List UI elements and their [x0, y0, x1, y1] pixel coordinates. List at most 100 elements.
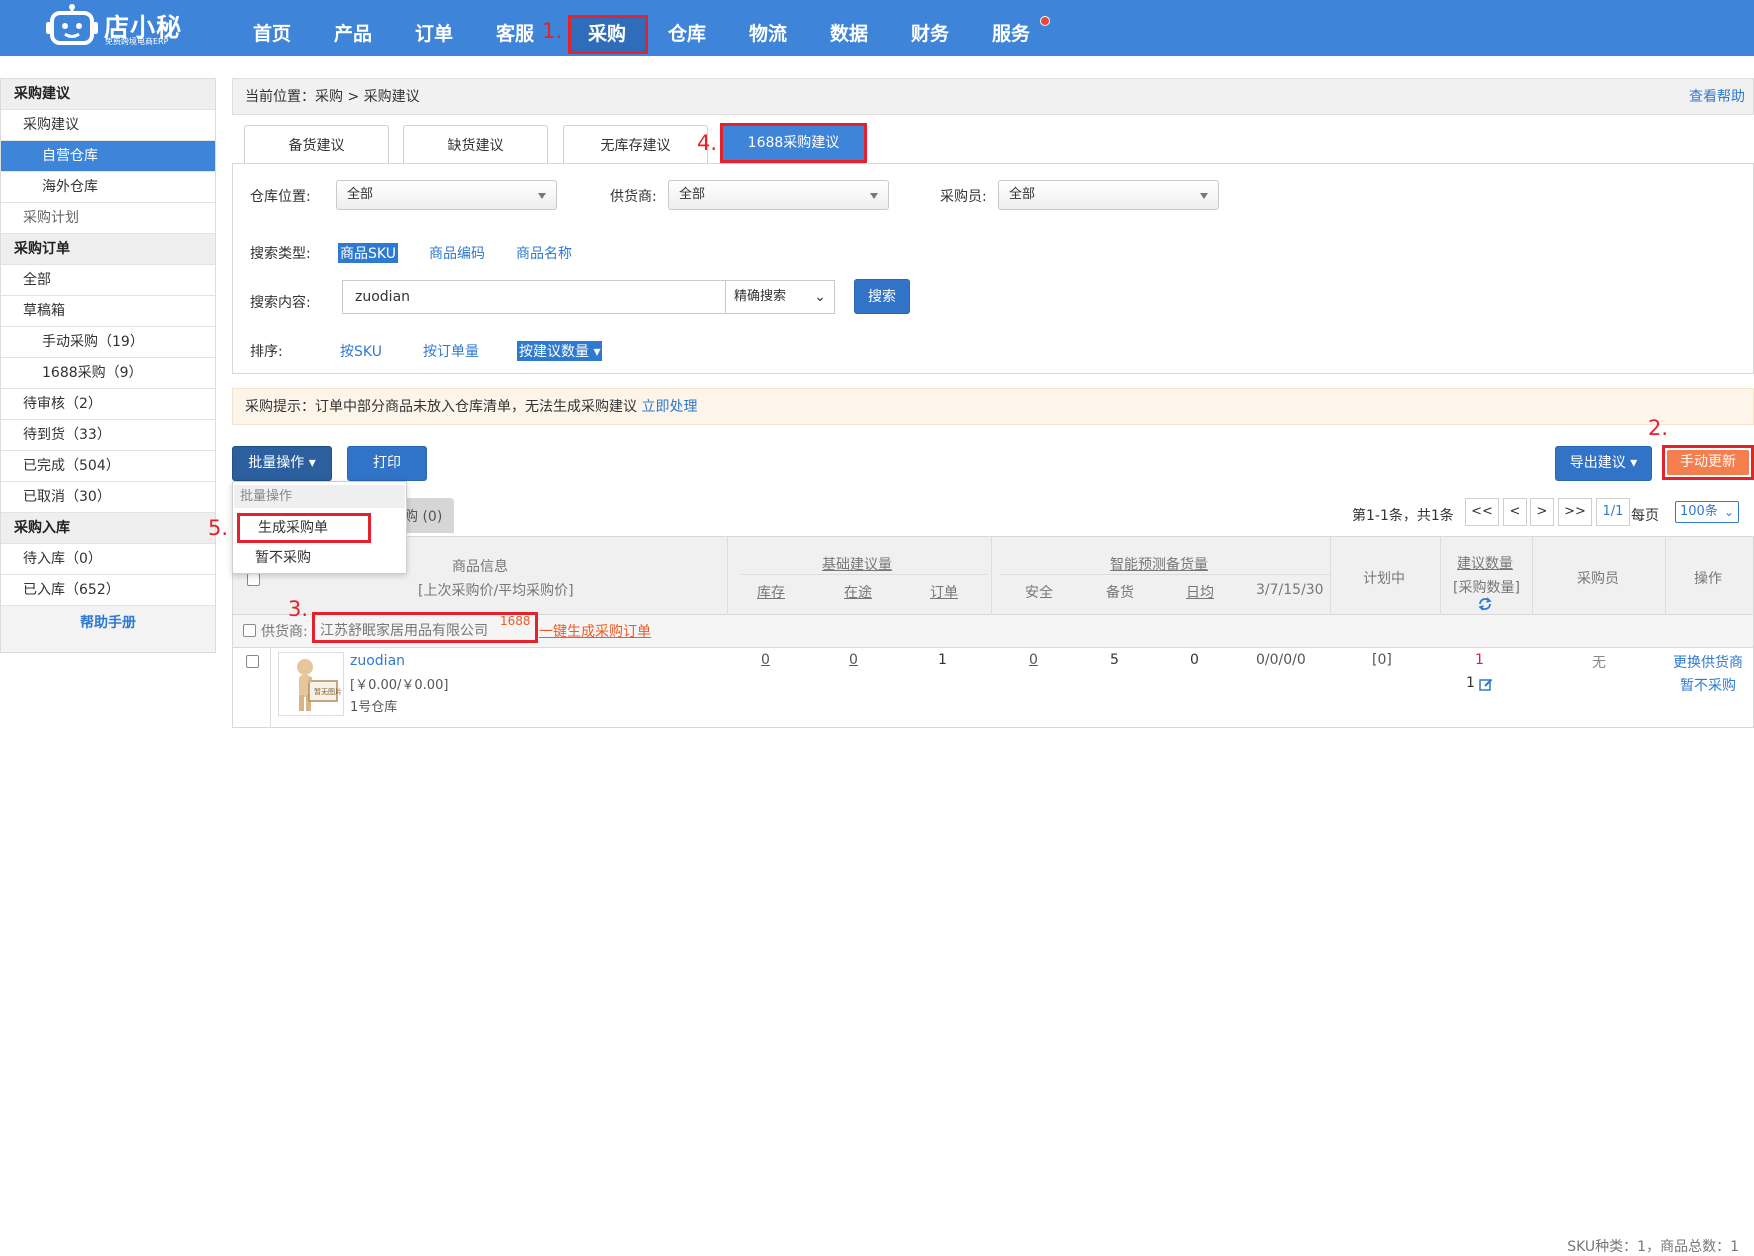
- sort-by-suggest-qty[interactable]: 按建议数量 ▾: [517, 341, 603, 361]
- sidebar-item-inbound[interactable]: 已入库（652）: [1, 575, 215, 606]
- purchase-tip-message: 采购提示：订单中部分商品未放入仓库清单，无法生成采购建议: [245, 399, 637, 415]
- caret-down-icon: [1200, 193, 1208, 199]
- sidebar-item-cancelled[interactable]: 已取消（30）: [1, 482, 215, 513]
- warehouse-select-value: 全部: [347, 187, 374, 202]
- one-click-generate-order-link[interactable]: 一键生成采购订单: [539, 621, 651, 641]
- nav-customer-service[interactable]: 客服: [496, 0, 534, 50]
- cell-stock[interactable]: 0: [761, 652, 770, 668]
- column-group-basic[interactable]: 基础建议量: [822, 554, 892, 574]
- nav-home[interactable]: 首页: [253, 0, 291, 50]
- column-days: 3/7/15/30: [1256, 582, 1324, 598]
- tab-1688-suggestion[interactable]: 1688采购建议: [720, 123, 867, 163]
- warehouse-filter-label: 仓库位置:: [250, 189, 311, 205]
- sidebar-item-purchase-plan[interactable]: 采购计划: [1, 203, 215, 234]
- sidebar-item-draft-1688[interactable]: 1688采购（9）: [1, 358, 215, 389]
- chevron-down-icon: ⌄: [814, 289, 826, 305]
- export-suggestion-button[interactable]: 导出建议 ▾: [1555, 446, 1652, 481]
- sidebar-item-overseas-warehouse[interactable]: 海外仓库: [1, 172, 215, 203]
- logo-slogan: 免费跨境电商ERP: [105, 37, 169, 46]
- search-input[interactable]: zuodian: [342, 280, 725, 314]
- column-suggest-qty[interactable]: 建议数量: [1457, 553, 1513, 573]
- caret-down-icon: [538, 193, 546, 199]
- nav-finance[interactable]: 财务: [911, 0, 949, 50]
- sidebar-item-all[interactable]: 全部: [1, 265, 215, 296]
- buyer-filter-label: 采购员:: [940, 189, 987, 205]
- column-group-forecast[interactable]: 智能预测备货量: [1110, 554, 1208, 574]
- search-type-sku[interactable]: 商品SKU: [338, 243, 398, 263]
- sidebar-item-drafts[interactable]: 草稿箱: [1, 296, 215, 327]
- product-sku-link[interactable]: zuodian: [350, 653, 405, 669]
- column-product-info: 商品信息: [452, 559, 508, 575]
- batch-operation-button[interactable]: 批量操作 ▾: [232, 446, 332, 481]
- cell-days: 0/0/0/0: [1256, 652, 1306, 668]
- supplier-group-checkbox[interactable]: [243, 624, 256, 637]
- app-logo[interactable]: 店小秘 免费跨境电商ERP: [44, 0, 184, 50]
- buyer-select[interactable]: 全部: [998, 180, 1219, 210]
- column-stock[interactable]: 库存: [757, 582, 785, 602]
- per-page-select[interactable]: 100条 ⌄: [1675, 501, 1739, 523]
- skip-purchase-link[interactable]: 暂不采购: [1680, 675, 1736, 695]
- nav-purchase[interactable]: 采购: [588, 0, 626, 50]
- refresh-icon[interactable]: [1478, 597, 1492, 611]
- row-checkbox[interactable]: [246, 655, 259, 668]
- menu-item-generate-purchase-order[interactable]: 生成采购单: [237, 513, 371, 543]
- column-order[interactable]: 订单: [930, 582, 958, 602]
- sidebar-item-pending-arrival[interactable]: 待到货（33）: [1, 420, 215, 451]
- cell-safe[interactable]: 0: [1029, 652, 1038, 668]
- sku-summary: SKU种类：1，商品总数：1: [1567, 1239, 1739, 1255]
- cell-suggest-qty: 1: [1475, 652, 1484, 668]
- search-type-name[interactable]: 商品名称: [516, 243, 572, 263]
- tab-1688-purchase-count[interactable]: 购 (0): [400, 498, 454, 533]
- edit-icon[interactable]: [1479, 677, 1493, 691]
- tab-shortage-suggestion[interactable]: 缺货建议: [403, 125, 548, 165]
- search-button[interactable]: 搜索: [854, 279, 910, 314]
- no-image-placeholder-icon: [297, 659, 338, 711]
- manual-update-button[interactable]: 手动更新: [1667, 450, 1749, 475]
- print-button[interactable]: 打印: [347, 446, 427, 481]
- sort-by-sku[interactable]: 按SKU: [340, 341, 382, 361]
- match-mode-select[interactable]: 精确搜索 ⌄: [725, 280, 835, 314]
- page-prev-button[interactable]: <: [1503, 498, 1527, 526]
- supplier-select[interactable]: 全部: [668, 180, 889, 210]
- nav-orders[interactable]: 订单: [415, 0, 453, 50]
- search-content-label: 搜索内容:: [250, 295, 311, 311]
- sidebar-item-completed[interactable]: 已完成（504）: [1, 451, 215, 482]
- sidebar-item-own-warehouse[interactable]: 自营仓库: [1, 141, 215, 172]
- purchase-tip-text: 采购提示：订单中部分商品未放入仓库清单，无法生成采购建议 立即处理: [245, 389, 697, 425]
- table-row: [232, 648, 1754, 728]
- column-in-transit[interactable]: 在途: [844, 582, 872, 602]
- cell-buyer: 无: [1592, 655, 1606, 671]
- caret-down-icon: [870, 193, 878, 199]
- product-thumbnail[interactable]: 暂无图片: [278, 652, 344, 716]
- supplier-name: 江苏舒眠家居用品有限公司: [320, 623, 488, 639]
- page-next-button[interactable]: >: [1530, 498, 1554, 526]
- sidebar-item-purchase-suggestion[interactable]: 采购建议: [1, 110, 215, 141]
- cell-stockup: 5: [1110, 652, 1119, 668]
- nav-warehouse[interactable]: 仓库: [668, 0, 706, 50]
- page-first-button[interactable]: <<: [1465, 498, 1499, 526]
- menu-item-skip-purchase[interactable]: 暂不采购: [255, 547, 311, 567]
- column-daily[interactable]: 日均: [1186, 582, 1214, 602]
- change-supplier-link[interactable]: 更换供货商: [1673, 652, 1743, 672]
- tab-no-stock-suggestion[interactable]: 无库存建议: [563, 125, 708, 165]
- nav-products[interactable]: 产品: [334, 0, 372, 50]
- sort-label: 排序:: [250, 344, 283, 360]
- warehouse-select[interactable]: 全部: [336, 180, 557, 210]
- sidebar-item-pending-inbound[interactable]: 待入库（0）: [1, 544, 215, 575]
- tab-stockup-suggestion[interactable]: 备货建议: [244, 125, 389, 165]
- view-help-link[interactable]: 查看帮助: [1689, 79, 1745, 115]
- sidebar-item-pending-review[interactable]: 待审核（2）: [1, 389, 215, 420]
- search-type-code[interactable]: 商品编码: [429, 243, 485, 263]
- nav-logistics[interactable]: 物流: [749, 0, 787, 50]
- nav-data[interactable]: 数据: [830, 0, 868, 50]
- sort-by-order-qty[interactable]: 按订单量: [423, 341, 479, 361]
- supplier-filter-label: 供货商:: [610, 189, 657, 205]
- select-all-checkbox[interactable]: [247, 573, 260, 586]
- cell-in-transit[interactable]: 0: [849, 652, 858, 668]
- sidebar-item-draft-manual[interactable]: 手动采购（19）: [1, 327, 215, 358]
- nav-services[interactable]: 服务: [992, 0, 1030, 50]
- cell-purchase-qty: 1: [1466, 675, 1475, 691]
- sidebar-help-manual[interactable]: 帮助手册: [1, 606, 215, 652]
- handle-now-link[interactable]: 立即处理: [641, 399, 697, 415]
- page-last-button[interactable]: >>: [1558, 498, 1592, 526]
